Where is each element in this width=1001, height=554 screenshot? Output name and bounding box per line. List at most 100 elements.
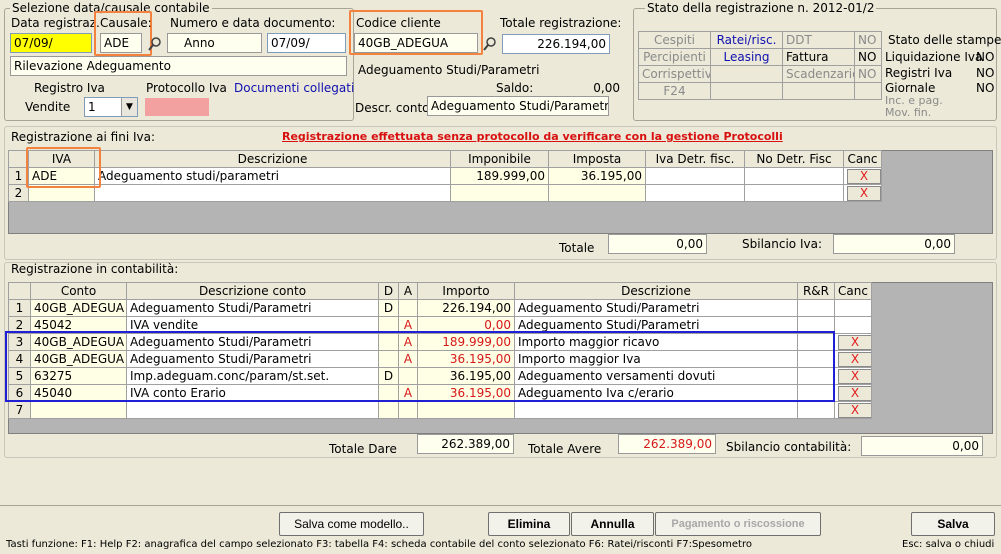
num-doc-label: Numero e data documento: xyxy=(170,16,336,30)
iva-descr-cell[interactable]: Adeguamento studi/parametri xyxy=(94,167,451,185)
iva-nodetr-cell[interactable] xyxy=(744,184,844,202)
stampa-mov-fin: Mov. fin. xyxy=(885,106,932,119)
salva-come-modello-button[interactable]: Salva come modello.. xyxy=(279,512,424,536)
iva-imposta-cell[interactable] xyxy=(548,184,646,202)
stato-leasing[interactable]: Leasing xyxy=(710,48,783,66)
table-row: 1 40GB_ADEGUA Adeguamento Studi/Parametri D… xyxy=(8,299,872,317)
delete-row-button[interactable]: X xyxy=(838,368,871,384)
iva-descr-cell[interactable] xyxy=(94,184,451,202)
importo-cell[interactable] xyxy=(417,401,515,419)
contab-header-descrizione: Descrizione xyxy=(514,282,798,300)
iva-column-highlight xyxy=(26,147,101,188)
avere-cell[interactable] xyxy=(398,401,418,419)
saldo-label: Saldo: xyxy=(496,81,534,95)
stampa-liquidazione-value: NO xyxy=(976,50,995,64)
iva-nodetr-cell[interactable] xyxy=(744,167,844,185)
conto-cell[interactable]: 40GB_ADEGUA xyxy=(30,299,127,317)
iva-detr-cell[interactable] xyxy=(645,184,745,202)
elimina-button[interactable]: Elimina xyxy=(488,512,570,536)
totale-registrazione-label: Totale registrazione: xyxy=(500,16,622,30)
dare-cell[interactable]: D xyxy=(378,299,399,317)
importo-cell[interactable]: 226.194,00 xyxy=(417,299,515,317)
documenti-collegati-link[interactable]: Documenti collegati xyxy=(234,81,354,95)
contab-header-descr-conto: Descrizione conto xyxy=(126,282,379,300)
pagamento-riscossione-button[interactable]: Pagamento o riscossione xyxy=(655,512,821,536)
canc-cell xyxy=(834,316,872,334)
doc-date-input[interactable]: 07/09/ xyxy=(267,33,346,53)
descrizione-cell[interactable] xyxy=(514,401,798,419)
canc-cell xyxy=(834,299,872,317)
iva-detr-cell[interactable] xyxy=(645,167,745,185)
avere-cell[interactable] xyxy=(398,299,418,317)
contab-header-canc: Canc xyxy=(834,282,872,300)
search-icon[interactable] xyxy=(483,36,497,52)
iva-imponibile-cell[interactable]: 189.999,00 xyxy=(450,167,549,185)
stato-ratei[interactable]: Ratei/risc. xyxy=(710,31,783,49)
contab-header-conto: Conto xyxy=(30,282,127,300)
descr-conto-input[interactable]: Adeguamento Studi/Parametri xyxy=(427,96,609,116)
totale-dare-label: Totale Dare xyxy=(329,442,397,456)
stato-cespiti: Cespiti xyxy=(638,31,711,49)
sbilancio-contab-value: 0,00 xyxy=(861,436,983,456)
protocollo-iva-field[interactable] xyxy=(145,98,209,116)
iva-imponibile-cell[interactable] xyxy=(450,184,549,202)
saldo-value: 0,00 xyxy=(593,81,620,95)
chevron-down-icon[interactable]: ▼ xyxy=(121,98,137,116)
stampa-liquidazione: Liquidazione Iva xyxy=(885,50,983,64)
search-icon[interactable] xyxy=(148,36,162,52)
date-input[interactable]: 07/09/ xyxy=(10,33,92,53)
cliente-name: Adeguamento Studi/Parametri xyxy=(358,63,540,77)
iva-canc-cell: X xyxy=(843,167,882,185)
descrizione-cell[interactable]: Adeguamento Studi/Parametri xyxy=(514,299,798,317)
stato-scadenzario: Scadenzario xyxy=(782,65,855,83)
iva-canc-cell: X xyxy=(843,184,882,202)
table-row: 2 X xyxy=(8,184,882,202)
rr-cell[interactable] xyxy=(797,299,835,317)
stato-empty xyxy=(710,82,783,100)
rilevazione-input[interactable]: Rilevazione Adeguamento xyxy=(10,56,347,76)
rr-cell[interactable] xyxy=(797,401,835,419)
canc-cell: X xyxy=(834,333,872,351)
delete-row-button[interactable]: X xyxy=(847,185,881,201)
descr-conto-cell[interactable] xyxy=(126,401,379,419)
descr-conto-cell[interactable]: Adeguamento Studi/Parametri xyxy=(126,299,379,317)
delete-row-button[interactable]: X xyxy=(847,168,881,184)
protocollo-iva-label: Protocollo Iva xyxy=(146,81,227,95)
stato-legend: Stato della registrazione n. 2012-01/2 xyxy=(645,1,877,15)
dare-cell[interactable] xyxy=(378,401,399,419)
descr-conto-label: Descr. conto xyxy=(355,101,430,115)
iva-header-imposta: Imposta xyxy=(548,150,646,168)
iva-imposta-cell[interactable]: 36.195,00 xyxy=(548,167,646,185)
stato-corrispettivi: Corrispettivi xyxy=(638,65,711,83)
delete-row-button[interactable]: X xyxy=(838,402,871,418)
vendite-select[interactable]: 1 ▼ xyxy=(84,97,138,117)
conto-cell[interactable] xyxy=(30,401,127,419)
canc-cell: X xyxy=(834,350,872,368)
salva-button[interactable]: Salva xyxy=(911,512,995,536)
stato-empty xyxy=(854,82,882,100)
annulla-button[interactable]: Annulla xyxy=(571,512,654,536)
status-bar-shortcuts: Tasti funzione: F1: Help F2: anagrafica … xyxy=(6,539,752,550)
contab-header-a: A xyxy=(398,282,418,300)
iva-header-canc: Canc xyxy=(843,150,882,168)
canc-cell: X xyxy=(834,367,872,385)
totale-dare-value: 262.389,00 xyxy=(417,434,514,454)
stampa-registri-value: NO xyxy=(976,66,995,80)
causale-input[interactable]: ADE xyxy=(100,33,142,53)
date-label: Data registraz. xyxy=(11,16,100,30)
iva-header-descrizione: Descrizione xyxy=(94,150,451,168)
delete-row-button[interactable]: X xyxy=(838,385,871,401)
vendite-value: 1 xyxy=(88,100,96,114)
contab-header-rr: R&R xyxy=(797,282,835,300)
stato-fattura: Fattura xyxy=(782,48,855,66)
registrazione-iva-title: Registrazione ai fini Iva: xyxy=(11,130,156,144)
totale-avere-label: Totale Avere xyxy=(528,442,602,456)
iva-totale-label: Totale xyxy=(559,241,595,255)
protocollo-warning: Registrazione effettuata senza protocoll… xyxy=(282,130,783,143)
contab-header-d: D xyxy=(378,282,399,300)
delete-row-button[interactable]: X xyxy=(838,334,871,350)
codice-cliente-input[interactable]: 40GB_ADEGUA xyxy=(354,33,478,53)
iva-totale-value: 0,00 xyxy=(608,234,707,254)
delete-row-button[interactable]: X xyxy=(838,351,871,367)
anno-input[interactable]: Anno xyxy=(167,33,262,53)
